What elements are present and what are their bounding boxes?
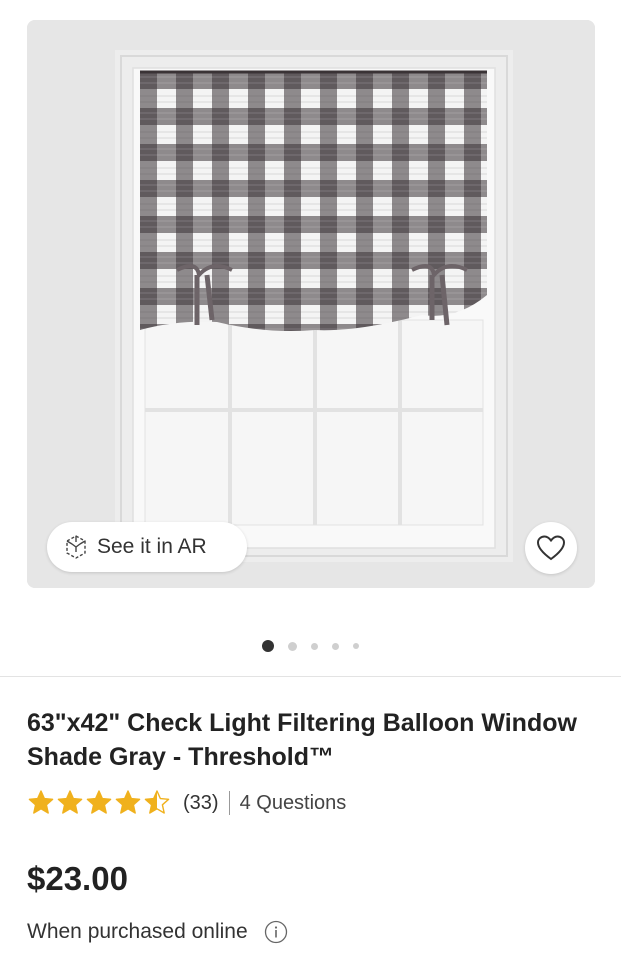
purchase-note-label: When purchased online <box>27 920 248 943</box>
star-full-icon <box>57 790 83 814</box>
star-full-icon <box>115 790 141 814</box>
gallery-dot[interactable] <box>311 642 318 650</box>
product-title: 63"x42" Check Light Filtering Balloon Wi… <box>27 709 577 771</box>
questions-link[interactable]: 4 Questions <box>240 792 347 815</box>
heart-icon <box>536 535 566 561</box>
star-half-icon <box>144 790 170 814</box>
ar-cube-icon <box>66 535 86 559</box>
gallery-dot[interactable] <box>288 641 297 651</box>
gallery-pagination[interactable] <box>0 640 621 652</box>
purchase-note: When purchased online <box>27 918 288 946</box>
review-count[interactable]: (33) <box>183 792 219 815</box>
star-rating[interactable] <box>27 789 171 817</box>
info-icon[interactable] <box>264 920 288 944</box>
product-image-gallery[interactable]: See it in AR <box>27 20 595 588</box>
section-divider <box>0 676 621 677</box>
separator <box>228 791 230 815</box>
product-price: $23.00 <box>27 860 128 897</box>
gallery-dot-active[interactable] <box>262 640 274 652</box>
gallery-dot[interactable] <box>353 643 359 649</box>
star-full-icon <box>28 790 54 814</box>
product-image[interactable] <box>27 20 595 588</box>
favorite-button[interactable] <box>525 522 577 574</box>
star-full-icon <box>86 790 112 814</box>
see-it-in-ar-button[interactable]: See it in AR <box>47 522 247 572</box>
gallery-dot[interactable] <box>332 642 339 650</box>
rating-row[interactable]: (33) 4 Questions <box>27 788 346 818</box>
ar-label: See it in AR <box>97 535 207 558</box>
